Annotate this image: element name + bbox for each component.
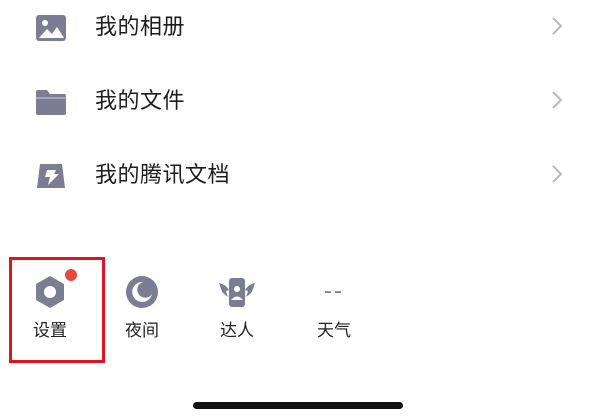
chevron-right-icon xyxy=(552,91,563,109)
chevron-right-icon xyxy=(552,17,563,35)
talent-label: 达人 xyxy=(220,321,254,341)
weather-icon: -- xyxy=(314,272,354,312)
chevron-right-icon xyxy=(552,165,563,183)
talent-button[interactable]: 达人 xyxy=(197,252,277,362)
night-mode-label: 夜间 xyxy=(125,321,159,341)
home-indicator[interactable] xyxy=(193,402,403,409)
menu-item-label: 我的腾讯文档 xyxy=(95,163,231,188)
menu-item-label: 我的相册 xyxy=(95,15,186,40)
settings-highlight-box xyxy=(9,257,105,363)
menu-item-my-album[interactable]: 我的相册 xyxy=(0,0,600,60)
menu-item-my-files[interactable]: 我的文件 xyxy=(0,74,600,134)
photo-album-icon xyxy=(36,15,66,41)
night-mode-button[interactable]: 夜间 xyxy=(102,252,182,362)
talent-icon xyxy=(219,278,255,307)
tencent-docs-icon xyxy=(37,164,65,188)
folder-icon xyxy=(36,90,66,115)
night-mode-icon xyxy=(126,276,158,308)
weather-label: 天气 xyxy=(317,321,351,341)
weather-button[interactable]: -- 天气 xyxy=(294,252,374,362)
weather-placeholder-text: -- xyxy=(324,279,344,304)
menu-item-my-tencent-docs[interactable]: 我的腾讯文档 xyxy=(0,148,600,208)
menu-item-label: 我的文件 xyxy=(95,89,186,114)
